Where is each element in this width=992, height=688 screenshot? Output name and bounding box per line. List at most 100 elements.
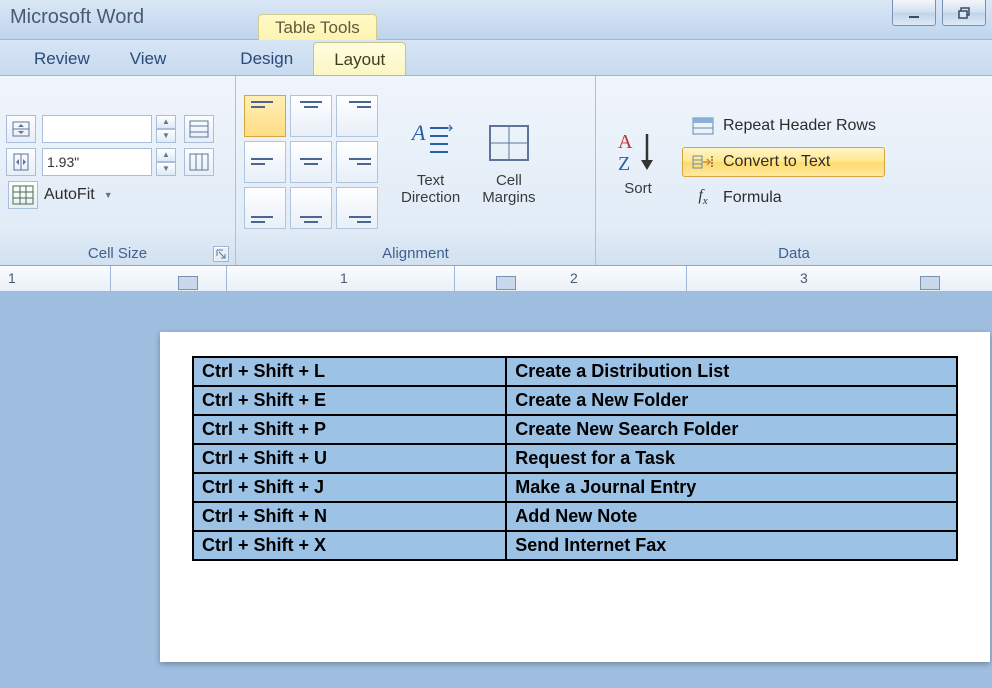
app-title: Microsoft Word (10, 6, 144, 29)
group-data: A Z Sort Repeat Header Rows (596, 76, 992, 265)
repeat-header-rows-button[interactable]: Repeat Header Rows (682, 111, 885, 141)
minimize-button[interactable] (892, 0, 936, 26)
group-cell-size: ▲ ▼ 1.93" (0, 76, 236, 265)
action-cell[interactable]: Create a Distribution List (506, 357, 957, 386)
align-top-center[interactable] (290, 95, 332, 137)
text-direction-label: Text Direction (401, 172, 460, 206)
svg-text:A: A (618, 131, 633, 153)
row-height-down[interactable]: ▼ (156, 129, 176, 143)
align-bot-right[interactable] (336, 187, 378, 229)
autofit-label[interactable]: AutoFit (44, 186, 95, 204)
minimize-icon (907, 6, 921, 20)
action-cell[interactable]: Request for a Task (506, 444, 957, 473)
ruler-mark: 3 (800, 270, 808, 286)
align-top-right[interactable] (336, 95, 378, 137)
text-direction-icon: A (408, 120, 454, 166)
align-bot-left[interactable] (244, 187, 286, 229)
cell-margins-icon (486, 120, 532, 166)
cell-size-dialog-launcher[interactable] (213, 246, 229, 262)
sort-button[interactable]: A Z Sort (604, 121, 672, 202)
tab-layout[interactable]: Layout (313, 42, 406, 75)
row-height-icon[interactable] (6, 115, 36, 143)
ruler-right-marker[interactable] (920, 276, 940, 290)
action-cell[interactable]: Send Internet Fax (506, 531, 957, 560)
formula-icon: fx (691, 188, 715, 208)
distribute-rows-icon (189, 120, 209, 138)
svg-text:A: A (410, 120, 426, 145)
document-table[interactable]: Ctrl + Shift + L Create a Distribution L… (192, 356, 958, 561)
table-row[interactable]: Ctrl + Shift + L Create a Distribution L… (193, 357, 957, 386)
group-label-cell-size: Cell Size (6, 243, 229, 265)
action-cell[interactable]: Add New Note (506, 502, 957, 531)
col-width-down[interactable]: ▼ (156, 162, 176, 176)
autofit-icon (12, 185, 34, 205)
dialog-launcher-icon (216, 249, 226, 259)
convert-to-text-label: Convert to Text (723, 153, 830, 171)
cell-margins-button[interactable]: Cell Margins (473, 113, 544, 211)
distribute-cols-icon (189, 153, 209, 171)
ruler-mark: 1 (8, 270, 16, 286)
convert-to-text-button[interactable]: Convert to Text (682, 147, 885, 177)
distribute-rows-button[interactable] (184, 115, 214, 143)
autofit-dropdown-icon[interactable]: ▼ (104, 190, 113, 200)
tab-review[interactable]: Review (14, 42, 110, 75)
row-height-up[interactable]: ▲ (156, 115, 176, 129)
shortcut-cell[interactable]: Ctrl + Shift + J (193, 473, 506, 502)
convert-to-text-icon (691, 152, 715, 172)
cell-margins-label: Cell Margins (482, 172, 535, 206)
restore-icon (957, 6, 971, 20)
align-mid-center[interactable] (290, 141, 332, 183)
formula-button[interactable]: fx Formula (682, 183, 885, 213)
tab-view[interactable]: View (110, 42, 187, 75)
col-width-up[interactable]: ▲ (156, 148, 176, 162)
row-height-glyph-icon (12, 120, 30, 138)
sort-label: Sort (624, 180, 652, 197)
tab-design[interactable]: Design (220, 42, 313, 75)
table-row[interactable]: Ctrl + Shift + PCreate New Search Folder (193, 415, 957, 444)
ruler-indent-marker[interactable] (178, 276, 198, 290)
ribbon: ▲ ▼ 1.93" (0, 76, 992, 266)
shortcut-cell[interactable]: Ctrl + Shift + U (193, 444, 506, 473)
align-top-left[interactable] (244, 95, 286, 137)
text-direction-button[interactable]: A Text Direction (392, 113, 469, 211)
align-bot-center[interactable] (290, 187, 332, 229)
action-cell[interactable]: Make a Journal Entry (506, 473, 957, 502)
group-label-alignment: Alignment (242, 243, 589, 265)
action-cell[interactable]: Create New Search Folder (506, 415, 957, 444)
svg-text:Z: Z (618, 153, 630, 174)
row-height-input[interactable] (42, 115, 152, 143)
align-mid-left[interactable] (244, 141, 286, 183)
restore-button[interactable] (942, 0, 986, 26)
alignment-grid (244, 95, 378, 229)
document-area[interactable]: Ctrl + Shift + L Create a Distribution L… (0, 292, 992, 688)
page: Ctrl + Shift + L Create a Distribution L… (160, 332, 990, 662)
repeat-header-rows-label: Repeat Header Rows (723, 117, 876, 135)
contextual-tab-label: Table Tools (258, 14, 377, 40)
table-row[interactable]: Ctrl + Shift + XSend Internet Fax (193, 531, 957, 560)
action-cell[interactable]: Create a New Folder (506, 386, 957, 415)
repeat-header-rows-icon (691, 116, 715, 136)
table-row[interactable]: Ctrl + Shift + URequest for a Task (193, 444, 957, 473)
shortcut-cell[interactable]: Ctrl + Shift + P (193, 415, 506, 444)
table-row[interactable]: Ctrl + Shift + NAdd New Note (193, 502, 957, 531)
align-mid-right[interactable] (336, 141, 378, 183)
col-width-icon[interactable] (6, 148, 36, 176)
col-width-glyph-icon (12, 153, 30, 171)
table-row[interactable]: Ctrl + Shift + ECreate a New Folder (193, 386, 957, 415)
sort-icon: A Z (615, 128, 661, 174)
ruler[interactable]: 1 1 2 3 (0, 266, 992, 292)
group-label-data: Data (602, 243, 986, 265)
table-row[interactable]: Ctrl + Shift + J Make a Journal Entry (193, 473, 957, 502)
title-bar: Microsoft Word Table Tools (0, 0, 992, 40)
shortcut-cell[interactable]: Ctrl + Shift + L (193, 357, 506, 386)
shortcut-cell[interactable]: Ctrl + Shift + N (193, 502, 506, 531)
autofit-icon-button[interactable] (8, 181, 38, 209)
distribute-cols-button[interactable] (184, 148, 214, 176)
ruler-column-marker[interactable] (496, 276, 516, 290)
shortcut-cell[interactable]: Ctrl + Shift + X (193, 531, 506, 560)
formula-label: Formula (723, 189, 782, 207)
shortcut-cell[interactable]: Ctrl + Shift + E (193, 386, 506, 415)
window-controls (892, 0, 986, 26)
col-width-input[interactable]: 1.93" (42, 148, 152, 176)
ruler-mark: 2 (570, 270, 578, 286)
